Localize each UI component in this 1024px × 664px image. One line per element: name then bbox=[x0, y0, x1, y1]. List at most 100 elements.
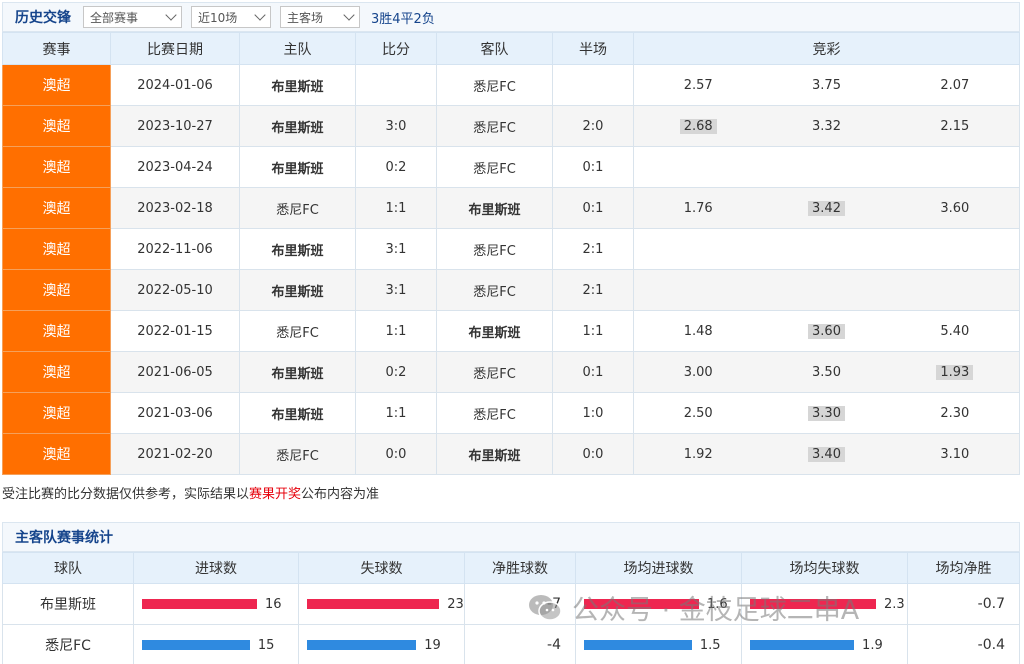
league-badge[interactable]: 澳超 bbox=[2, 105, 111, 147]
header-odds: 竞彩 bbox=[633, 32, 1020, 65]
odds-cell bbox=[891, 242, 1019, 257]
odds-cell: 3.75 bbox=[762, 78, 890, 93]
league-badge[interactable]: 澳超 bbox=[2, 269, 111, 311]
home-team[interactable]: 布里斯班 bbox=[239, 64, 356, 106]
league-badge[interactable]: 澳超 bbox=[2, 433, 111, 475]
avg-goals-cell: 1.5 bbox=[575, 624, 742, 664]
home-team[interactable]: 布里斯班 bbox=[239, 228, 356, 270]
away-team[interactable]: 悉尼FC bbox=[436, 146, 553, 188]
away-team[interactable]: 悉尼FC bbox=[436, 392, 553, 434]
home-team[interactable]: 布里斯班 bbox=[239, 105, 356, 147]
league-badge[interactable]: 澳超 bbox=[2, 351, 111, 393]
venue-select[interactable]: 主客场 bbox=[280, 6, 360, 28]
away-team[interactable]: 悉尼FC bbox=[436, 105, 553, 147]
history-table: 赛事 比赛日期 主队 比分 客队 半场 竞彩 澳超 2024-01-06 布里斯班悉… bbox=[2, 32, 1020, 475]
odds-value: 3.60 bbox=[940, 200, 970, 216]
header-date: 比赛日期 bbox=[110, 32, 240, 65]
odds-cell: 2.30 bbox=[891, 406, 1019, 421]
away-team[interactable]: 布里斯班 bbox=[436, 187, 553, 229]
home-team[interactable]: 悉尼FC bbox=[239, 187, 356, 229]
head-to-head-record: 3胜4平2负 bbox=[371, 11, 435, 27]
stat-value: 1.5 bbox=[699, 637, 721, 653]
stat-value: 1.9 bbox=[862, 637, 883, 653]
odds-cell: 3.40 bbox=[762, 446, 890, 462]
league-badge[interactable]: 澳超 bbox=[2, 392, 111, 434]
table-row: 澳超 2023-04-24 布里斯班 0:2 悉尼FC 0:1 bbox=[2, 146, 1020, 188]
odds-cell bbox=[762, 242, 890, 257]
league-badge[interactable]: 澳超 bbox=[2, 146, 111, 188]
home-team[interactable]: 布里斯班 bbox=[239, 392, 356, 434]
odds-cell: 5.40 bbox=[891, 324, 1019, 339]
away-team[interactable]: 悉尼FC bbox=[436, 64, 553, 106]
half-score: 2:0 bbox=[552, 105, 634, 147]
results-link[interactable]: 赛果开奖 bbox=[249, 487, 301, 502]
header-half: 半场 bbox=[552, 32, 634, 65]
chevron-down-icon bbox=[165, 9, 177, 21]
odds-value: 1.93 bbox=[936, 364, 974, 380]
home-team[interactable]: 悉尼FC bbox=[239, 310, 356, 352]
odds-cell: 2.15 bbox=[891, 119, 1019, 134]
odds-cell-group: 2.68 3.32 2.15 bbox=[633, 105, 1020, 147]
home-team[interactable]: 布里斯班 bbox=[239, 351, 356, 393]
odds-cell: 2.50 bbox=[634, 406, 762, 421]
odds-cell bbox=[762, 160, 890, 175]
odds-cell: 2.07 bbox=[891, 78, 1019, 93]
half-score: 0:0 bbox=[552, 433, 634, 475]
stat-value: 23 bbox=[447, 596, 464, 612]
odds-value: 3.75 bbox=[812, 77, 841, 93]
away-team[interactable]: 悉尼FC bbox=[436, 228, 553, 270]
odds-value: 2.15 bbox=[940, 118, 970, 134]
home-team[interactable]: 布里斯班 bbox=[239, 146, 356, 188]
avg-net: -0.7 bbox=[907, 583, 1020, 625]
team-name[interactable]: 布里斯班 bbox=[2, 583, 134, 625]
competition-select[interactable]: 全部赛事 bbox=[83, 6, 182, 28]
match-date: 2021-06-05 bbox=[110, 351, 240, 393]
odds-group: 3.00 3.50 1.93 bbox=[634, 352, 1019, 392]
odds-group: 1.76 3.42 3.60 bbox=[634, 188, 1019, 228]
disclaimer-note: 受注比赛的比分数据仅供参考，实际结果以赛果开奖公布内容为准 bbox=[2, 487, 380, 502]
header-avg-net: 场均净胜 bbox=[907, 552, 1020, 584]
stats-title: 主客队赛事统计 bbox=[15, 530, 113, 546]
half-score: 0:1 bbox=[552, 351, 634, 393]
league-badge[interactable]: 澳超 bbox=[2, 64, 111, 106]
net-goals: -4 bbox=[464, 624, 576, 664]
score: 0:2 bbox=[355, 146, 437, 188]
table-row: 澳超 2023-10-27 布里斯班 3:0 悉尼FC 2:0 2.68 3.32 2.15 bbox=[2, 105, 1020, 147]
score: 0:0 bbox=[355, 433, 437, 475]
history-header-row: 赛事 比赛日期 主队 比分 客队 半场 竞彩 bbox=[2, 32, 1020, 65]
away-team[interactable]: 布里斯班 bbox=[436, 433, 553, 475]
odds-cell-group: 2.50 3.30 2.30 bbox=[633, 392, 1020, 434]
odds-value: 3.30 bbox=[808, 405, 845, 421]
header-goals: 进球数 bbox=[133, 552, 299, 584]
league-badge[interactable]: 澳超 bbox=[2, 228, 111, 270]
match-date: 2024-01-06 bbox=[110, 64, 240, 106]
odds-group bbox=[634, 270, 1019, 310]
odds-value: 1.92 bbox=[683, 446, 713, 462]
odds-cell: 3.10 bbox=[891, 447, 1019, 462]
odds-value: 2.68 bbox=[679, 118, 717, 134]
league-badge[interactable]: 澳超 bbox=[2, 310, 111, 352]
home-team[interactable]: 悉尼FC bbox=[239, 433, 356, 475]
stat-bar bbox=[142, 640, 250, 650]
odds-group: 2.50 3.30 2.30 bbox=[634, 393, 1019, 433]
odds-cell bbox=[891, 283, 1019, 298]
score: 1:1 bbox=[355, 187, 437, 229]
odds-cell bbox=[891, 160, 1019, 175]
conceded-cell: 23 bbox=[298, 583, 465, 625]
chevron-down-icon bbox=[343, 9, 355, 21]
odds-value: 2.07 bbox=[940, 77, 970, 93]
odds-cell: 3.30 bbox=[762, 405, 890, 421]
avg-goals-cell: 1.6 bbox=[575, 583, 742, 625]
match-date: 2021-03-06 bbox=[110, 392, 240, 434]
odds-cell: 2.68 bbox=[634, 118, 762, 134]
away-team[interactable]: 悉尼FC bbox=[436, 269, 553, 311]
odds-cell: 3.42 bbox=[762, 200, 890, 216]
team-name[interactable]: 悉尼FC bbox=[2, 624, 134, 664]
away-team[interactable]: 悉尼FC bbox=[436, 351, 553, 393]
odds-group: 2.68 3.32 2.15 bbox=[634, 106, 1019, 146]
odds-value: 1.76 bbox=[683, 200, 713, 216]
range-select[interactable]: 近10场 bbox=[191, 6, 271, 28]
league-badge[interactable]: 澳超 bbox=[2, 187, 111, 229]
away-team[interactable]: 布里斯班 bbox=[436, 310, 553, 352]
home-team[interactable]: 布里斯班 bbox=[239, 269, 356, 311]
